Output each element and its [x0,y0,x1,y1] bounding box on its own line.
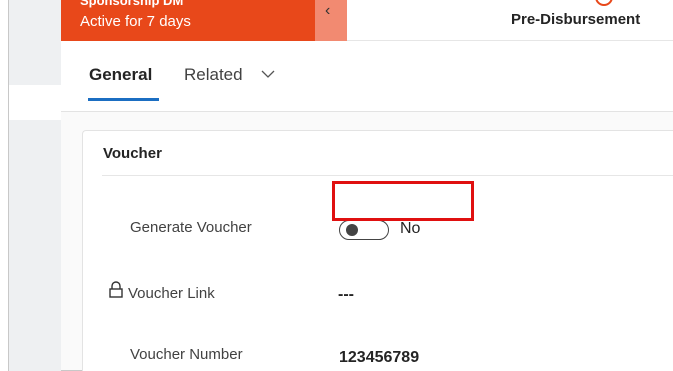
annotation-highlight-box [332,181,474,221]
left-nav-strip [9,0,61,371]
left-nav-selected[interactable] [9,85,61,120]
generate-voucher-label: Generate Voucher [130,219,252,236]
voucher-number-value[interactable]: 123456789 [339,349,419,367]
voucher-section-card [82,130,673,371]
tab-selected-indicator [88,98,159,101]
section-divider [102,175,673,176]
stage-duration: Active for 7 days [80,13,191,30]
tab-general[interactable]: General [89,65,152,85]
voucher-number-label: Voucher Number [130,346,243,363]
voucher-link-value: --- [338,286,354,303]
chevron-left-icon[interactable]: ‹ [325,2,330,20]
stage-name[interactable]: Pre-Disbursement [511,11,640,28]
voucher-link-label: Voucher Link [128,285,215,302]
tab-bar [61,41,673,112]
chevron-down-icon[interactable] [260,68,276,80]
collapse-stage-button[interactable] [315,0,347,41]
generate-voucher-value: No [400,220,421,237]
toggle-knob[interactable] [346,224,358,236]
stage-title: Sponsorship DM [80,0,184,8]
tab-related[interactable]: Related [184,65,243,85]
section-title: Voucher [103,145,162,162]
lock-icon [109,281,123,298]
